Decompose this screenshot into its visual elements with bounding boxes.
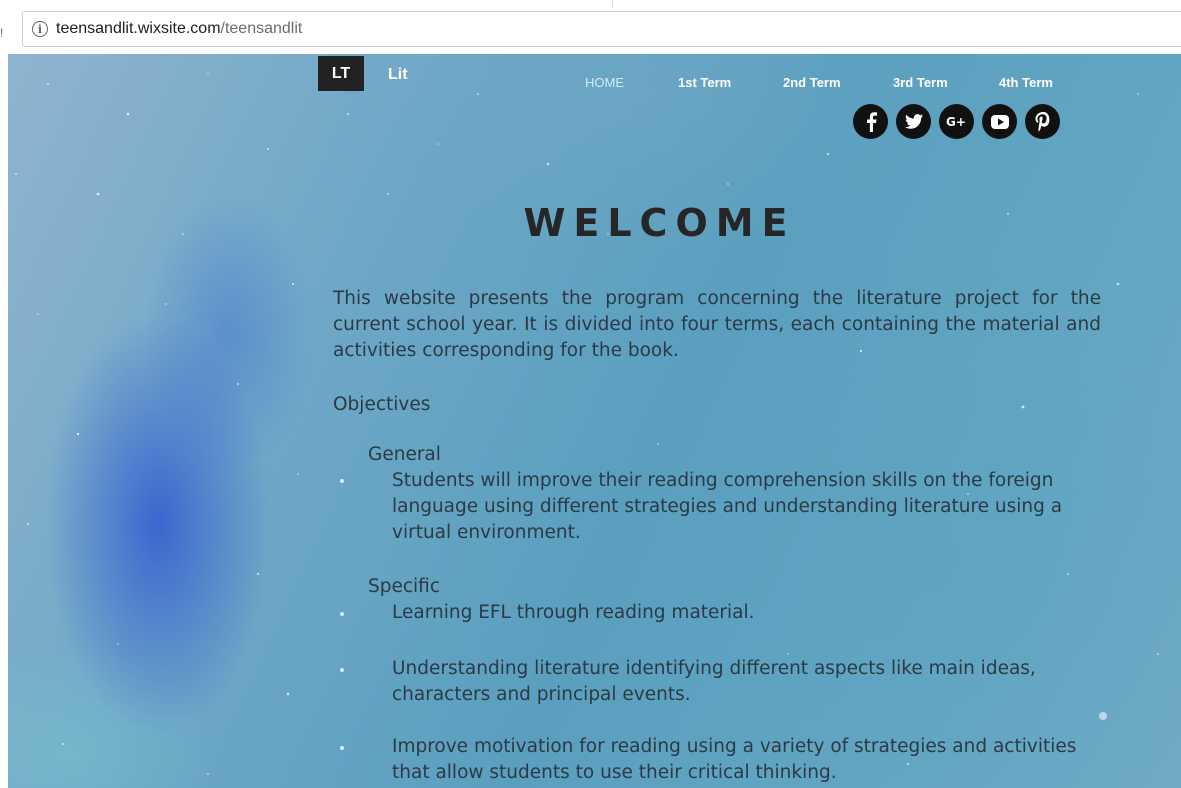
specific-item: Learning EFL through reading material.: [392, 602, 755, 623]
site-name[interactable]: Lit: [388, 66, 408, 84]
site-logo[interactable]: LT: [318, 56, 364, 91]
objectives-heading: Objectives: [333, 394, 431, 415]
page-title: WELCOME: [523, 201, 796, 245]
page-viewport: LT Lit HOME 1st Term 2nd Term 3rd Term 4…: [8, 54, 1181, 788]
bullet-dot: [340, 612, 344, 616]
nav-4th-term[interactable]: 4th Term: [999, 75, 1053, 90]
youtube-icon[interactable]: [982, 104, 1017, 139]
url-path: /teensandlit: [220, 20, 303, 37]
address-bar[interactable]: i teensandlit.wixsite.com/teensandlit: [22, 11, 1181, 47]
specific-heading: Specific: [368, 576, 441, 597]
chrome-edge-glyph: !: [0, 26, 4, 40]
twitter-icon[interactable]: [896, 104, 931, 139]
tab-divider: [612, 0, 613, 8]
info-icon[interactable]: i: [32, 21, 48, 37]
nav-1st-term[interactable]: 1st Term: [678, 75, 731, 90]
nav-3rd-term[interactable]: 3rd Term: [893, 75, 948, 90]
specific-item: Understanding literature identifying dif…: [392, 658, 1036, 705]
bullet-dot: [340, 746, 344, 750]
general-item: Students will improve their reading comp…: [392, 470, 1063, 543]
facebook-icon[interactable]: [853, 104, 888, 139]
browser-chrome: ! i teensandlit.wixsite.com/teensandlit: [0, 0, 1181, 54]
url-text[interactable]: teensandlit.wixsite.com/teensandlit: [56, 20, 302, 38]
svg-text:G+: G+: [946, 115, 966, 129]
nav-2nd-term[interactable]: 2nd Term: [783, 75, 841, 90]
pinterest-icon[interactable]: [1025, 104, 1060, 139]
bullet-dot: [340, 479, 344, 483]
specific-item: Improve motivation for reading using a v…: [392, 736, 1077, 783]
general-heading: General: [368, 444, 441, 465]
bullet-dot: [340, 668, 344, 672]
nav-home[interactable]: HOME: [585, 75, 624, 90]
intro-paragraph: This website presents the program concer…: [333, 288, 1101, 361]
google-plus-icon[interactable]: G+: [939, 104, 974, 139]
url-domain: teensandlit.wixsite.com: [56, 20, 221, 37]
